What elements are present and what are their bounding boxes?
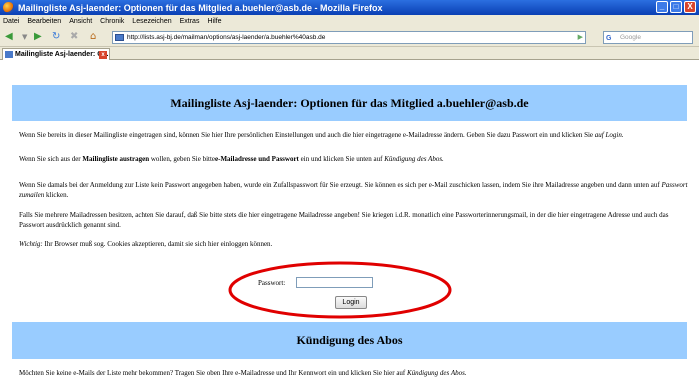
password-label: Passwort: (258, 279, 286, 287)
tab-favicon-icon (5, 51, 13, 58)
intro-paragraph: Wenn Sie bereits in dieser Mailingliste … (19, 130, 691, 140)
page-content: Mailingliste Asj-laender: Optionen für d… (0, 61, 699, 387)
search-placeholder: Google (620, 34, 641, 41)
search-box[interactable]: G Google (603, 31, 693, 44)
unsubscribe-heading: Kündigung des Abos (12, 322, 687, 359)
menu-datei[interactable]: Datei (3, 18, 19, 25)
address-url: http://lists.asj-bj.de/mailman/options/a… (127, 34, 326, 41)
close-window-button[interactable]: X (684, 1, 696, 13)
tab-bar: Mailingliste Asj-laender: O... x (0, 47, 699, 60)
home-icon[interactable]: ⌂ (90, 30, 96, 44)
reload-icon[interactable]: ↻ (52, 30, 60, 44)
page-title: Mailingliste Asj-laender: Optionen für d… (12, 85, 687, 121)
window-controls: _ □ X (656, 1, 696, 13)
go-arrow-icon[interactable]: ▶ (578, 32, 583, 43)
tab-close-icon[interactable]: x (99, 51, 107, 59)
window-titlebar: Mailingliste Asj-laender: Optionen für d… (0, 0, 699, 15)
forward-arrow-icon[interactable]: ▶ (34, 30, 42, 44)
menu-chronik[interactable]: Chronik (100, 18, 124, 25)
menu-bar: Datei Bearbeiten Ansicht Chronik Lesezei… (0, 15, 699, 27)
menu-hilfe[interactable]: Hilfe (207, 18, 221, 25)
cookie-important: Wichtig: (19, 240, 43, 248)
menu-extras[interactable]: Extras (180, 18, 200, 25)
unsub-text-c: ein und klicken Sie unten auf (298, 155, 385, 163)
menu-lesezeichen[interactable]: Lesezeichen (132, 18, 171, 25)
cookie-text: Ihr Browser muß sog. Cookies akzeptieren… (42, 240, 273, 248)
unsub-info-em: Kündigung des Abos. (407, 369, 467, 377)
menu-ansicht[interactable]: Ansicht (69, 18, 92, 25)
site-favicon-icon (115, 34, 124, 41)
unsub-info-text: Möchten Sie keine e-Mails der Liste mehr… (19, 369, 408, 377)
unsub-bold-b: e-Mailadresse und Passwort (215, 155, 299, 163)
password-text: Wenn Sie damals bei der Anmeldung zur Li… (19, 181, 662, 189)
intro-login-hint: auf Login. (594, 131, 624, 139)
address-bar[interactable]: http://lists.asj-bj.de/mailman/options/a… (112, 31, 586, 44)
multiple-address-paragraph: Falls Sie mehrere Mailadressen besitzen,… (19, 211, 669, 229)
password-paragraph: Wenn Sie damals bei der Anmeldung zur Li… (19, 180, 691, 200)
back-arrow-icon[interactable]: ◀ (5, 30, 13, 44)
unsub-em: Kündigung des Abos. (384, 155, 444, 163)
cookie-paragraph: Wichtig: Ihr Browser muß sog. Cookies ak… (19, 239, 691, 249)
password-input[interactable] (296, 277, 373, 288)
unsub-bold-a: Mailingliste austragen (82, 155, 150, 163)
search-engine-icon[interactable]: G (606, 33, 611, 44)
maximize-button[interactable]: □ (670, 1, 682, 13)
intro-text: Wenn Sie bereits in dieser Mailingliste … (19, 131, 595, 139)
unsub-text-a: Wenn Sie sich aus der (19, 155, 83, 163)
menu-bearbeiten[interactable]: Bearbeiten (27, 18, 61, 25)
minimize-button[interactable]: _ (656, 1, 668, 13)
password-tail: klicken. (44, 191, 69, 199)
firefox-icon (3, 2, 14, 13)
window-title: Mailingliste Asj-laender: Optionen für d… (18, 2, 383, 13)
unsubscribe-info-paragraph: Möchten Sie keine e-Mails der Liste mehr… (19, 368, 691, 378)
red-ellipse-annotation (228, 261, 452, 319)
unsubscribe-paragraph: Wenn Sie sich aus der Mailingliste austr… (19, 154, 691, 164)
back-dropdown-icon[interactable]: ▼ (22, 30, 27, 44)
unsub-text-b: wollen, geben Sie bitte (149, 155, 216, 163)
tab-mailingliste[interactable]: Mailingliste Asj-laender: O... x (2, 48, 110, 60)
tab-label: Mailingliste Asj-laender: O... (15, 51, 109, 58)
navigation-toolbar: ◀ ▼ ▶ ↻ ✖ ⌂ http://lists.asj-bj.de/mailm… (0, 27, 699, 47)
stop-icon[interactable]: ✖ (70, 30, 78, 44)
login-button[interactable]: Login (335, 296, 367, 309)
